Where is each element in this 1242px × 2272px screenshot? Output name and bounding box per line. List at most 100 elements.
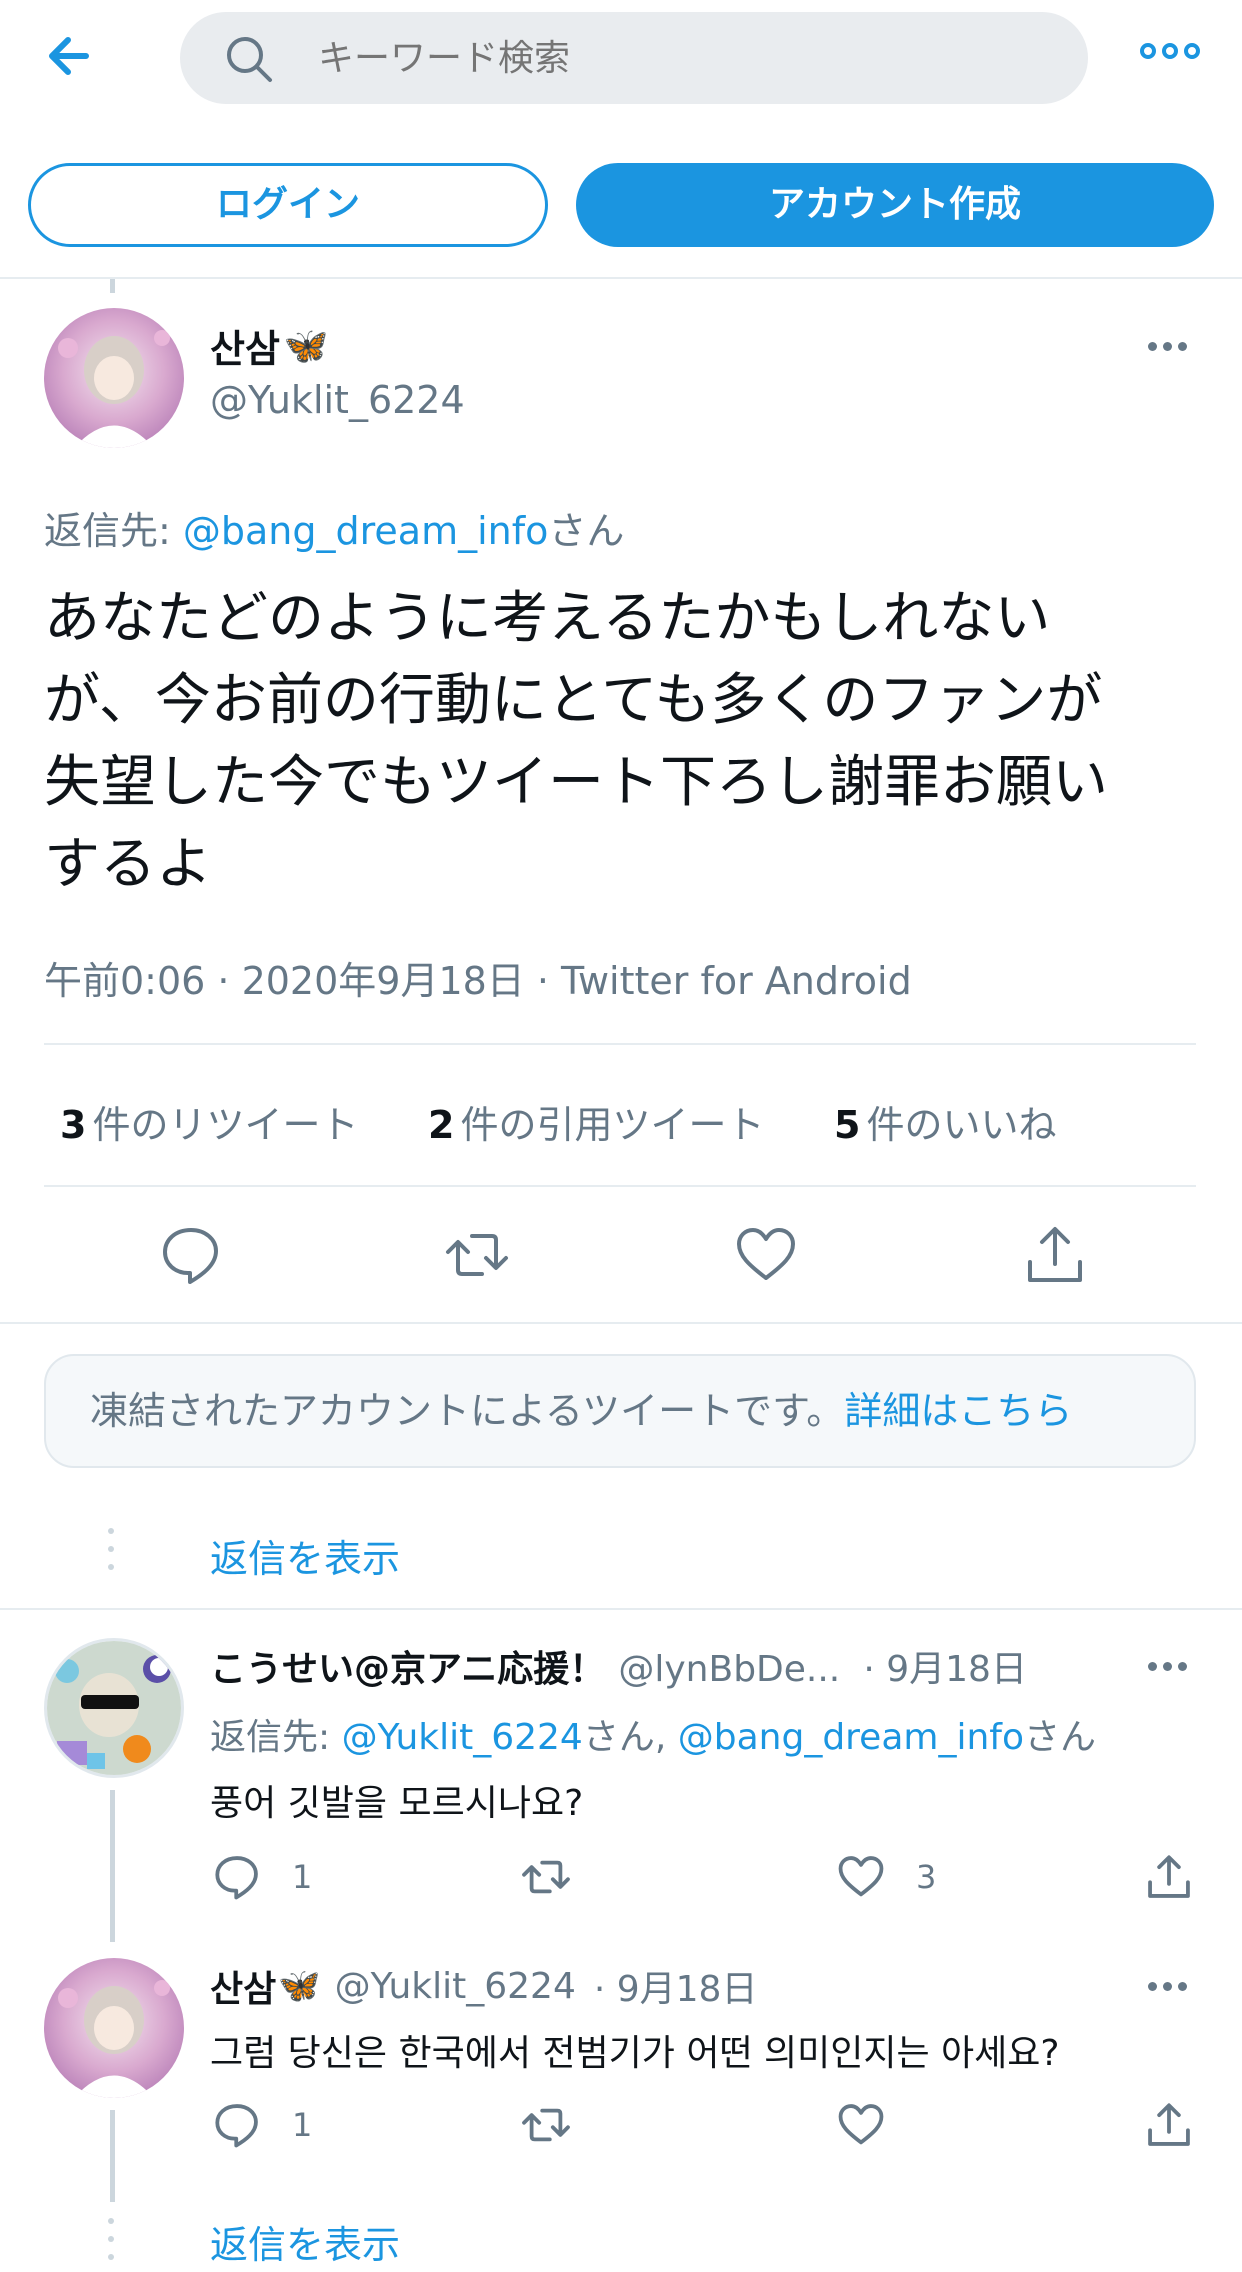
reply-text: 그럼 당신은 한국에서 전범기가 어떤 의미인지는 아세요? [210, 2033, 1060, 2074]
reply-more-icon[interactable] [1148, 1662, 1187, 1671]
reply-icon [215, 1856, 258, 1900]
back-arrow-icon [49, 37, 89, 75]
search-input[interactable] [318, 12, 1018, 104]
tweet-text: あなたどのように考えるたかもしれない が、今お前の行動にとても多くのファンが 失… [44, 578, 1214, 906]
reply-icon [163, 1228, 218, 1284]
stats-divider-bottom [44, 1185, 1196, 1187]
share-icon [1148, 2103, 1190, 2146]
tweet-text-line: するよ [44, 832, 212, 897]
search-icon [227, 37, 272, 82]
reply-to-line: 返信先: @bang_dream_infoさん [44, 500, 624, 555]
like-icon [737, 1228, 795, 1280]
retweets-label: 件のリツイート [92, 1103, 359, 1147]
quotes-label: 件の引用ツイート [460, 1103, 765, 1147]
avatar-image [47, 1641, 181, 1775]
reply-to-line: 返信先: @Yuklit_6224さん, @bang_dream_infoさん [210, 1708, 1096, 1760]
reply-button[interactable] [158, 1222, 224, 1288]
search-box[interactable] [180, 12, 1088, 104]
like-icon [838, 2104, 884, 2145]
action-divider [0, 1322, 1242, 1324]
retweets-stat[interactable]: 3 件のリツイート [60, 1094, 358, 1149]
quotes-count: 2 [428, 1103, 455, 1147]
retweet-button[interactable] [444, 1222, 510, 1288]
reply-to-label: 返信先: [210, 1717, 342, 1758]
author-name-row: 산삼 🦋 [210, 318, 329, 373]
back-button[interactable] [38, 22, 108, 92]
stats-divider-top [44, 1043, 1196, 1045]
avatar[interactable] [44, 1958, 184, 2098]
reply-action-like[interactable] [836, 2100, 886, 2154]
header-divider [0, 277, 1242, 279]
butterfly-icon: 🦋 [278, 1966, 321, 2006]
reply-action-like[interactable]: 3 [836, 1852, 936, 1902]
replies-divider [0, 1608, 1242, 1610]
signup-button[interactable]: アカウント作成 [576, 163, 1214, 247]
show-replies-link[interactable]: 返信を表示 [210, 2214, 400, 2269]
reply-to-mention[interactable]: @Yuklit_6224 [342, 1717, 583, 1758]
avatar[interactable] [44, 1638, 184, 1778]
login-button[interactable]: ログイン [28, 163, 548, 247]
reply-header: こうせい@京アニ応援！ @lynBbDe... · 9月18日 [210, 1640, 1027, 1692]
reply-to-mention[interactable]: @bang_dream_info [183, 509, 548, 553]
like-icon [838, 1856, 884, 1897]
reply-to-suffix: さん [1023, 1717, 1096, 1758]
reply-to-suffix: さん [548, 509, 625, 553]
reply-header: 산삼 🦋 @Yuklit_6224 · 9月18日 [210, 1960, 757, 2012]
author-name: 산삼 [210, 327, 280, 371]
thread-gap-dots [108, 2218, 114, 2260]
tweet-text-line: 失望した今でもツイート下ろし謝罪お願い [44, 750, 1108, 815]
reply-icon [215, 2104, 258, 2148]
thread-line [110, 1790, 115, 1942]
thread-line [110, 2110, 115, 2202]
share-button[interactable] [1022, 1222, 1088, 1288]
author-handle[interactable]: @Yuklit_6224 [210, 378, 465, 422]
tweet-timestamp[interactable]: 午前0:06 · 2020年9月18日 · Twitter for Androi… [44, 950, 912, 1005]
reply-action-retweet[interactable] [520, 1852, 602, 1902]
likes-label: 件のいいね [866, 1103, 1057, 1147]
like-count: 3 [916, 1858, 937, 1896]
reply-action-retweet[interactable] [520, 2100, 572, 2154]
show-replies-link[interactable]: 返信を表示 [210, 1528, 400, 1583]
reply-action-reply[interactable]: 1 [212, 1852, 312, 1902]
reply-action-share[interactable] [1144, 1852, 1194, 1906]
reply-count: 1 [292, 1858, 313, 1896]
share-icon [1148, 1855, 1190, 1898]
reply-author-handle[interactable]: @Yuklit_6224 [335, 1966, 576, 2007]
more-menu-button[interactable] [1138, 36, 1202, 70]
reply-action-share[interactable] [1144, 2100, 1194, 2154]
notice-details-link[interactable]: 詳細はこちら [844, 1389, 1072, 1433]
reply-author-name[interactable]: 산삼 [210, 1960, 276, 2012]
likes-count: 5 [834, 1103, 861, 1147]
avatar-image [44, 1958, 184, 2098]
reply-author-name[interactable]: こうせい@京アニ応援！ [210, 1649, 605, 1690]
retweet-icon [522, 2108, 570, 2142]
reply-action-reply[interactable]: 1 [212, 2100, 312, 2150]
like-button[interactable] [733, 1222, 799, 1288]
frozen-account-notice: 凍結されたアカウントによるツイートです。詳細はこちら [44, 1354, 1196, 1468]
share-icon [1028, 1227, 1082, 1282]
reply-to-separator: さん, [582, 1717, 678, 1758]
retweets-count: 3 [60, 1103, 87, 1147]
reply-count: 1 [292, 2106, 313, 2144]
butterfly-icon: 🦋 [283, 325, 329, 367]
avatar[interactable] [44, 308, 184, 448]
tweet-more-icon[interactable] [1148, 342, 1187, 351]
tweet-text-line: あなたどのように考えるたかもしれない [44, 586, 1051, 651]
tweet-text-line: が、今お前の行動にとても多くのファンが [44, 668, 1103, 733]
more-icon [1140, 43, 1200, 59]
reply-author-handle[interactable]: @lynBbDe... [618, 1649, 840, 1690]
retweet-icon [446, 1234, 508, 1276]
avatar-image [44, 308, 184, 448]
reply-more-icon[interactable] [1148, 1982, 1187, 1991]
quotes-stat[interactable]: 2 件の引用ツイート [428, 1094, 764, 1149]
thread-line [110, 279, 115, 293]
thread-gap-dots [108, 1528, 114, 1570]
likes-stat[interactable]: 5 件のいいね [834, 1094, 1056, 1149]
reply-to-label: 返信先: [44, 509, 183, 553]
reply-text: 풍어 깃발을 모르시나요? [210, 1783, 584, 1824]
retweet-icon [522, 1860, 570, 1894]
reply-to-mention[interactable]: @bang_dream_info [678, 1717, 1024, 1758]
reply-date[interactable]: · 9月18日 [594, 1960, 758, 2012]
reply-date[interactable]: · 9月18日 [863, 1649, 1027, 1690]
notice-text: 凍結されたアカウントによるツイートです。 [90, 1389, 845, 1433]
